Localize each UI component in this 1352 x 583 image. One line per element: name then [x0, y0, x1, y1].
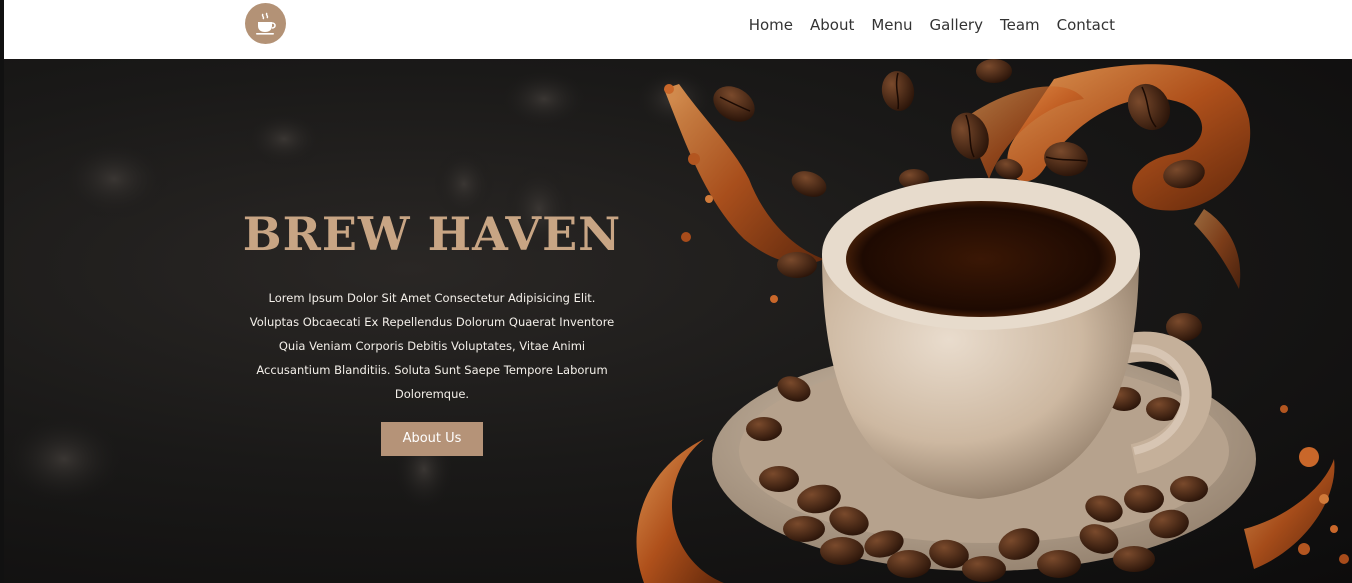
hero-content: BREW HAVEN Lorem Ipsum Dolor Sit Amet Co… — [242, 209, 622, 456]
nav-menu[interactable]: Menu — [871, 16, 912, 34]
hero-description: Lorem Ipsum Dolor Sit Amet Consectetur A… — [249, 290, 615, 401]
coffee-cup-splash-image — [4, 59, 1349, 583]
logo[interactable] — [245, 3, 286, 44]
nav-team[interactable]: Team — [1000, 16, 1040, 34]
about-us-button[interactable]: About Us — [381, 421, 483, 456]
hero-title: BREW HAVEN — [242, 207, 622, 261]
main-nav: Home About Menu Gallery Team Contact — [749, 0, 1115, 50]
nav-about[interactable]: About — [810, 16, 854, 34]
site-header: Home About Menu Gallery Team Contact — [4, 0, 1352, 59]
coffee-cup-icon — [255, 12, 276, 35]
hero-section: BREW HAVEN Lorem Ipsum Dolor Sit Amet Co… — [4, 59, 1352, 583]
nav-contact[interactable]: Contact — [1057, 16, 1115, 34]
nav-gallery[interactable]: Gallery — [930, 16, 983, 34]
nav-home[interactable]: Home — [749, 16, 793, 34]
